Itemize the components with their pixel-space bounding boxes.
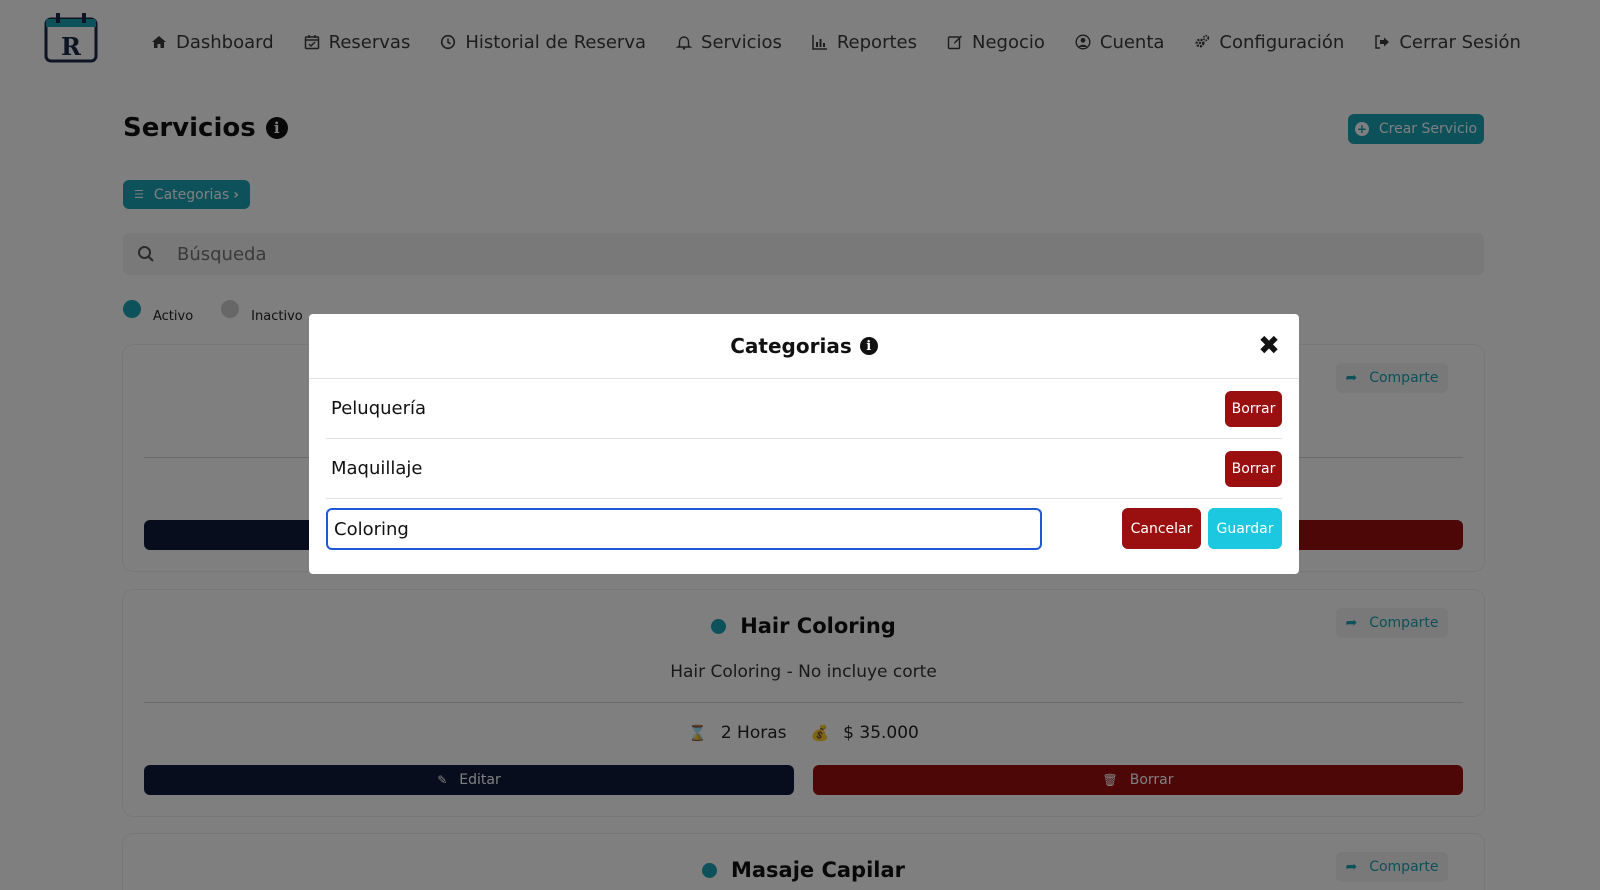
- new-category-input[interactable]: [326, 508, 1042, 550]
- cancel-button[interactable]: Cancelar: [1122, 508, 1201, 549]
- save-button[interactable]: Guardar: [1208, 508, 1282, 549]
- modal-title: Categorias i: [730, 334, 878, 358]
- info-icon[interactable]: i: [859, 337, 878, 355]
- close-icon[interactable]: ✖: [1256, 333, 1282, 359]
- category-row: Peluquería Borrar: [326, 379, 1282, 439]
- categories-modal: Categorias i ✖ Peluquería Borrar Maquill…: [309, 314, 1299, 574]
- modal-header: Categorias i ✖: [309, 314, 1299, 379]
- category-name: Peluquería: [331, 398, 427, 419]
- delete-category-button[interactable]: Borrar: [1225, 390, 1282, 427]
- delete-category-button[interactable]: Borrar: [1225, 450, 1282, 487]
- category-name: Maquillaje: [331, 458, 423, 479]
- modal-title-text: Categorias: [730, 334, 852, 358]
- new-category-row: Cancelar Guardar: [326, 500, 1282, 560]
- category-row: Maquillaje Borrar: [326, 439, 1282, 499]
